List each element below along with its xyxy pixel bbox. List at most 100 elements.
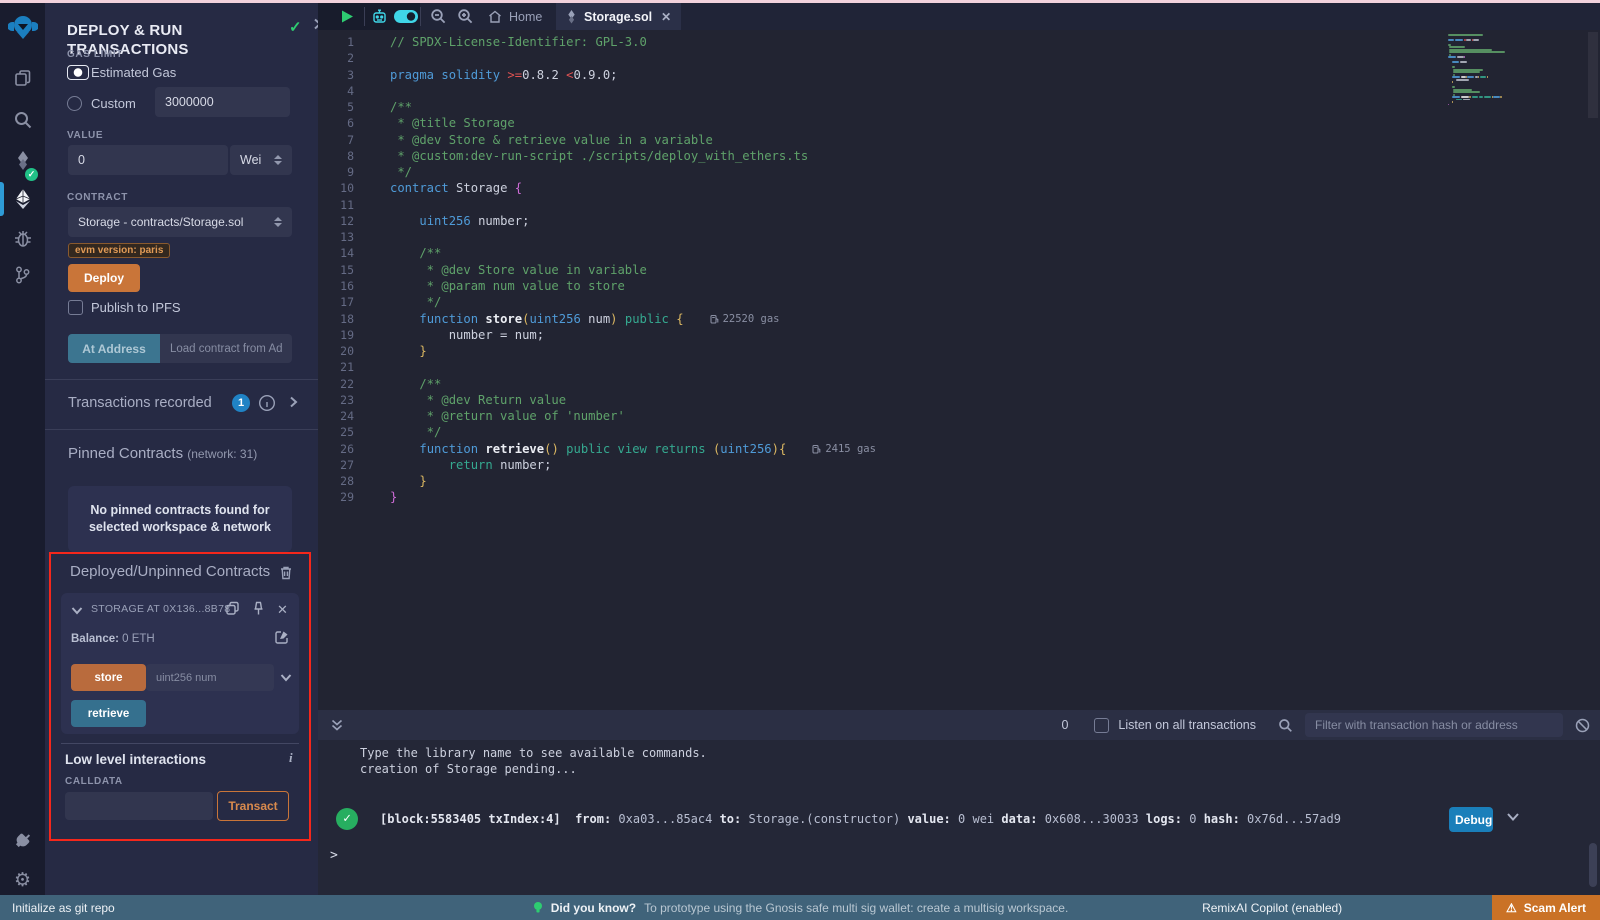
store-function-button[interactable]: store <box>71 664 146 691</box>
tx-listen-count: 0 <box>1061 718 1068 732</box>
warning-icon: ⚠ <box>1506 901 1517 915</box>
code-line: 22 /** <box>318 376 1600 392</box>
editor-scrollbar[interactable] <box>1588 32 1598 118</box>
contract-selected: Storage - contracts/Storage.sol <box>78 215 243 229</box>
scam-alert-label: Scam Alert <box>1524 901 1586 915</box>
code-line: 18 function store(uint256 num) public {2… <box>318 311 1600 327</box>
debugger-icon[interactable] <box>0 221 45 255</box>
listen-all-checkbox[interactable] <box>1094 718 1109 733</box>
store-arg-input[interactable] <box>146 664 274 691</box>
at-address-input[interactable] <box>160 334 292 363</box>
code-line: 8 * @custom:dev-run-script ./scripts/dep… <box>318 148 1600 164</box>
transact-button[interactable]: Transact <box>217 791 289 821</box>
settings-gear-icon[interactable]: ⚙ <box>0 863 45 897</box>
publish-ipfs-checkbox[interactable] <box>68 300 83 315</box>
calldata-input[interactable] <box>65 792 213 820</box>
search-icon[interactable] <box>0 103 45 137</box>
at-address-button[interactable]: At Address <box>68 334 160 363</box>
tx-log-text: [block:5583405 txIndex:4] from: 0xa03...… <box>380 812 1341 826</box>
home-icon <box>488 10 502 23</box>
terminal-prompt: > <box>330 848 338 863</box>
code-line: 27 return number; <box>318 457 1600 473</box>
value-label: VALUE <box>67 130 103 141</box>
lightbulb-icon <box>533 901 543 915</box>
env-ok-check-icon: ✓ <box>289 18 302 36</box>
pinned-title-text: Pinned Contracts <box>68 445 183 462</box>
pin-icon[interactable] <box>252 601 265 616</box>
git-icon[interactable] <box>0 258 45 292</box>
copilot-toggle-icon[interactable] <box>394 10 418 23</box>
listen-all-label: Listen on all transactions <box>1118 718 1256 732</box>
debug-button[interactable]: Debug <box>1449 807 1493 832</box>
code-line: 6 * @title Storage <box>318 115 1600 131</box>
collapse-terminal-icon[interactable] <box>331 719 343 732</box>
code-line: 4 <box>318 83 1600 99</box>
code-line: 21 <box>318 359 1600 375</box>
remix-ide-window: ✓ ⚙ DEPLOY & RUN TRANSACTIONS ✓ GAS LIMI… <box>0 0 1600 920</box>
close-tab-icon[interactable]: ✕ <box>661 10 671 24</box>
tab-storage-label: Storage.sol <box>584 10 652 24</box>
clear-console-icon[interactable] <box>1575 718 1590 733</box>
tab-storage-sol[interactable]: Storage.sol ✕ <box>556 3 681 30</box>
deploy-run-icon[interactable] <box>0 182 45 216</box>
contract-label: CONTRACT <box>67 192 128 203</box>
value-unit-select[interactable]: Wei <box>230 145 292 175</box>
zoom-in-icon[interactable] <box>457 8 474 25</box>
plugin-manager-icon[interactable] <box>0 823 45 857</box>
terminal-line: creation of Storage pending... <box>318 762 1600 778</box>
terminal-scrollbar[interactable] <box>1589 843 1597 887</box>
custom-gas-input[interactable] <box>155 87 290 117</box>
deploy-button[interactable]: Deploy <box>68 264 140 292</box>
estimated-gas-radio[interactable] <box>67 65 89 80</box>
code-line: 16 * @param num value to store <box>318 278 1600 294</box>
gas-estimate-annotation: 22520 gas <box>710 311 780 327</box>
code-editor[interactable]: 1// SPDX-License-Identifier: GPL-3.023pr… <box>318 30 1600 710</box>
tab-home-label: Home <box>509 10 542 24</box>
copy-icon[interactable] <box>225 601 240 616</box>
run-script-play-icon[interactable] <box>340 9 354 24</box>
contract-instance-header[interactable]: STORAGE AT 0X136...8B78 <box>91 603 230 615</box>
file-explorer-icon[interactable] <box>0 61 45 95</box>
terminal-search-icon[interactable] <box>1278 718 1293 733</box>
contract-select[interactable]: Storage - contracts/Storage.sol <box>68 207 292 237</box>
collapse-chevron-icon[interactable] <box>71 606 83 615</box>
status-bar: Initialize as git repo Did you know? To … <box>0 895 1600 920</box>
code-line: 2 <box>318 50 1600 66</box>
code-line: 12 uint256 number; <box>318 213 1600 229</box>
value-unit: Wei <box>240 153 261 167</box>
git-init-button[interactable]: Initialize as git repo <box>12 901 115 915</box>
scam-alert-button[interactable]: ⚠ Scam Alert <box>1492 895 1600 920</box>
trash-icon[interactable] <box>279 565 293 580</box>
terminal[interactable]: Type the library name to see available c… <box>318 740 1600 895</box>
chevron-right-icon[interactable] <box>288 395 299 409</box>
code-line: 9 */ <box>318 164 1600 180</box>
retrieve-function-button[interactable]: retrieve <box>71 700 146 727</box>
value-input[interactable] <box>68 145 228 175</box>
code-line: 25 */ <box>318 424 1600 440</box>
low-level-info-icon[interactable]: i <box>289 750 293 766</box>
code-line: 7 * @dev Store & retrieve value in a var… <box>318 132 1600 148</box>
deployed-title: Deployed/Unpinned Contracts <box>70 563 270 580</box>
code-line: 5/** <box>318 99 1600 115</box>
copilot-status[interactable]: RemixAI Copilot (enabled) <box>1202 901 1342 915</box>
tx-success-check-icon: ✓ <box>336 808 358 830</box>
code-line: 29} <box>318 489 1600 505</box>
solidity-file-icon <box>566 10 577 24</box>
ai-assistant-robot-icon[interactable] <box>371 8 388 25</box>
transaction-log-row[interactable]: ✓ [block:5583405 txIndex:4] from: 0xa03.… <box>318 802 1600 836</box>
info-icon[interactable] <box>258 394 276 412</box>
remix-logo-icon[interactable] <box>0 8 45 46</box>
expand-tx-chevron-icon[interactable] <box>1506 812 1520 822</box>
terminal-filter-input[interactable] <box>1305 713 1563 737</box>
zoom-out-icon[interactable] <box>430 8 447 25</box>
edit-icon[interactable] <box>275 630 289 644</box>
solidity-compiler-icon[interactable]: ✓ <box>0 144 45 178</box>
custom-gas-radio[interactable] <box>67 96 82 111</box>
code-line: 10contract Storage { <box>318 180 1600 196</box>
editor-minimap[interactable] <box>1448 34 1528 106</box>
tab-home[interactable]: Home <box>478 3 552 30</box>
low-level-label: Low level interactions <box>65 752 206 767</box>
custom-gas-label: Custom <box>91 96 136 111</box>
close-icon[interactable]: ✕ <box>277 602 288 618</box>
expand-args-chevron-icon[interactable] <box>280 673 292 682</box>
